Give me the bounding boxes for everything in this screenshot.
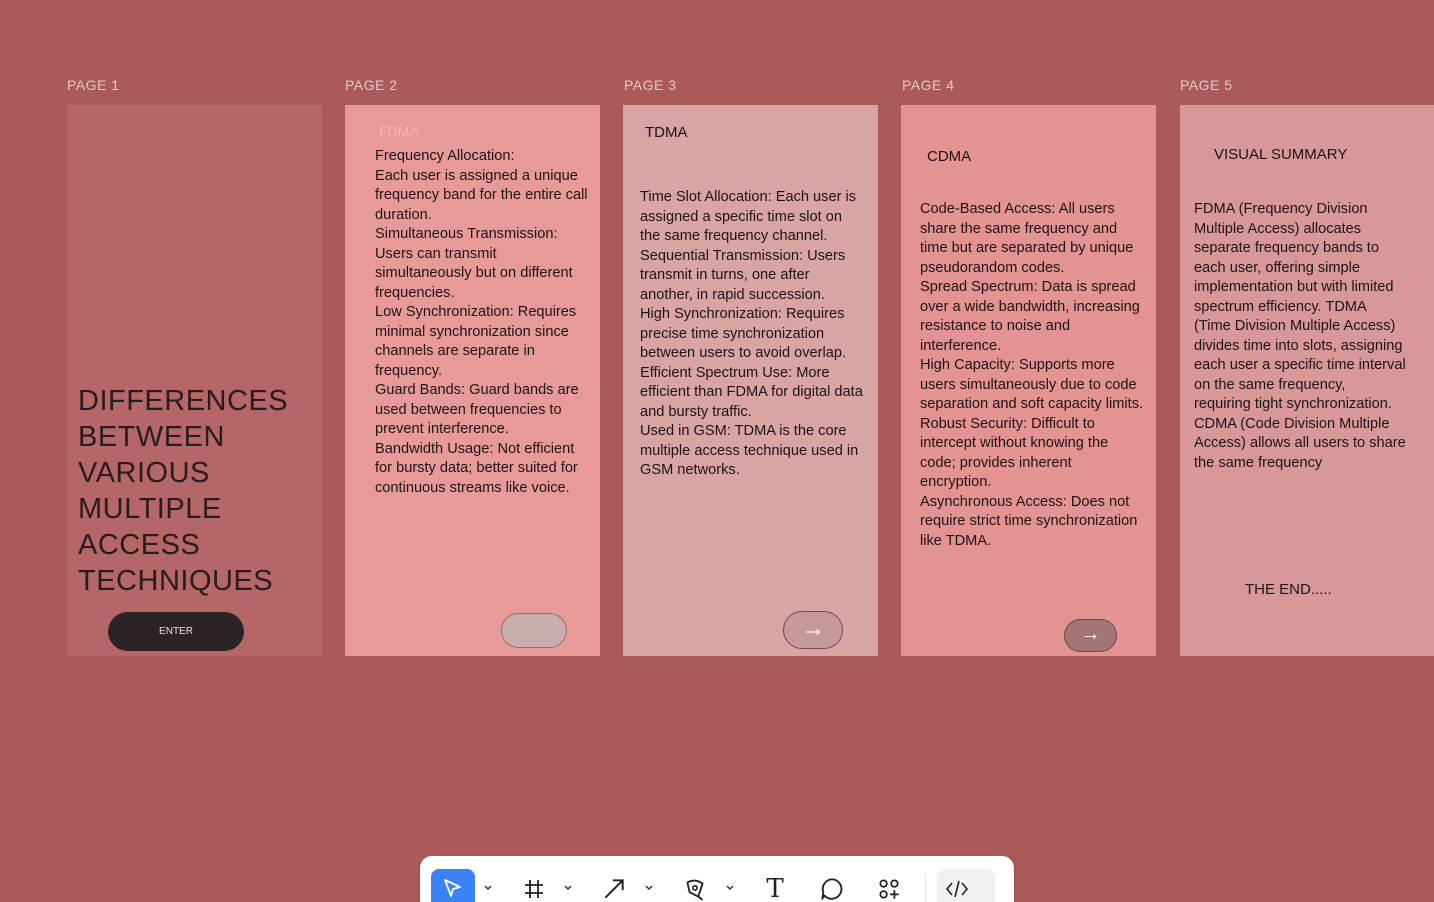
arrow-right-icon: →: [1080, 623, 1101, 645]
cdma-heading: CDMA: [927, 148, 972, 165]
frame-page-1[interactable]: DIFFERENCES BETWEEN VARIOUS MULTIPLE ACC…: [67, 105, 322, 656]
page-title: DIFFERENCES BETWEEN VARIOUS MULTIPLE ACC…: [78, 385, 289, 597]
chevron-down-icon[interactable]: [563, 883, 573, 893]
design-canvas[interactable]: PAGE 1 PAGE 2 PAGE 3 PAGE 4 PAGE 5 DIFFE…: [0, 0, 1434, 902]
pen-tool-button[interactable]: [673, 869, 717, 902]
next-arrow-button[interactable]: →: [783, 611, 843, 649]
arrow-right-icon: →: [801, 615, 825, 642]
cdma-body-text: Code-Based Access: All users share the s…: [920, 201, 1144, 549]
chevron-down-icon[interactable]: [725, 883, 735, 893]
move-tool-button[interactable]: [431, 869, 475, 902]
components-tool-button[interactable]: [867, 869, 911, 902]
frame-label-page-4[interactable]: PAGE 4: [902, 77, 955, 93]
fdma-heading: FDMA: [379, 123, 419, 139]
frame-tool-button[interactable]: [512, 869, 556, 902]
comment-tool-button[interactable]: [810, 869, 854, 902]
frame-page-3[interactable]: TDMA Time Slot Allocation: Each user is …: [623, 105, 878, 656]
tdma-heading: TDMA: [645, 124, 688, 141]
fdma-body-text: Frequency Allocation: Each user is assig…: [375, 148, 588, 496]
next-arrow-button[interactable]: →: [1064, 619, 1117, 652]
frame-page-2[interactable]: FDMA Frequency Allocation: Each user is …: [345, 105, 600, 656]
frame-label-page-5[interactable]: PAGE 5: [1180, 77, 1233, 93]
visual-summary-heading: VISUAL SUMMARY: [1214, 146, 1348, 163]
text-t-icon: T: [766, 874, 784, 902]
cursor-icon: [444, 879, 461, 897]
text-tool-button[interactable]: T: [753, 869, 797, 902]
frame-hash-icon: [525, 880, 543, 898]
frame-label-page-3[interactable]: PAGE 3: [624, 77, 677, 93]
chevron-down-icon[interactable]: [644, 883, 654, 893]
the-end-text: THE END.....: [1245, 581, 1332, 598]
arrow-tool-button[interactable]: [592, 869, 636, 902]
bottom-toolbar: T: [420, 856, 1014, 902]
next-button[interactable]: [501, 613, 567, 648]
components-icon: [879, 879, 899, 899]
frame-label-page-1[interactable]: PAGE 1: [67, 77, 120, 93]
pen-icon: [686, 879, 704, 901]
chevron-down-icon[interactable]: [483, 883, 493, 893]
speech-bubble-icon: [821, 878, 843, 900]
frame-label-page-2[interactable]: PAGE 2: [345, 77, 398, 93]
code-icon: [945, 880, 969, 898]
enter-button[interactable]: ENTER: [108, 612, 244, 651]
tdma-body-text: Time Slot Allocation: Each user is assig…: [640, 189, 863, 478]
frame-page-4[interactable]: CDMA Code-Based Access: All users share …: [901, 105, 1156, 656]
diagonal-arrow-icon: [604, 879, 624, 899]
toolbar-divider: [925, 874, 926, 902]
dev-mode-toggle[interactable]: [937, 869, 995, 902]
frame-page-5[interactable]: VISUAL SUMMARY FDMA (Frequency Division …: [1180, 105, 1434, 656]
summary-body-text: FDMA (Frequency Division Multiple Access…: [1194, 201, 1406, 471]
